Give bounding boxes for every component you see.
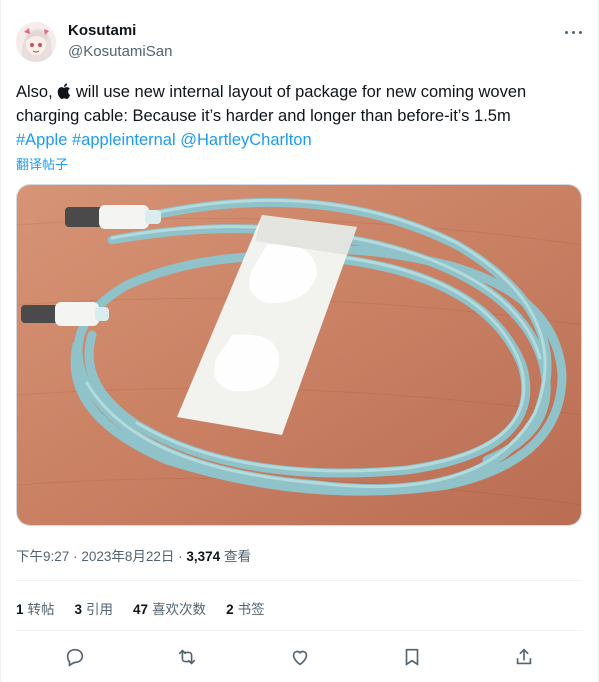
tweet-text: Also, will use new internal layout of pa… (16, 80, 576, 152)
apple-logo-icon (58, 83, 71, 99)
frame-border-left (0, 0, 1, 682)
tweet-text-line2: charging cable: Because it’s harder and … (16, 107, 511, 125)
bookmark-icon[interactable] (399, 644, 425, 670)
tweet-media-image[interactable] (16, 184, 582, 526)
anime-avatar-icon (16, 22, 56, 62)
stat-quotes[interactable]: 3 引用 (75, 598, 114, 618)
meta-separator: · (73, 549, 78, 564)
hashtag-apple[interactable]: #Apple (16, 131, 67, 149)
like-icon[interactable] (287, 644, 313, 670)
engagement-stats: 1 转帖 3 引用 47 喜欢次数 2 书签 (16, 598, 265, 618)
divider (16, 580, 583, 581)
views-count: 3,374 (186, 549, 221, 564)
tweet-date[interactable]: 2023年8月22日 (81, 549, 174, 564)
hashtag-appleinternal[interactable]: #appleinternal (72, 131, 176, 149)
hashtag-row: #Apple #appleinternal @HartleyCharlton (16, 128, 576, 152)
stat-likes[interactable]: 47 喜欢次数 (133, 598, 206, 618)
share-icon[interactable] (511, 644, 537, 670)
tweet-meta: 下午9:27 · 2023年8月22日 · 3,374 查看 (16, 545, 251, 565)
stat-reposts[interactable]: 1 转帖 (16, 598, 55, 618)
reply-icon[interactable] (62, 644, 88, 670)
stat-bookmarks[interactable]: 2 书签 (226, 598, 265, 618)
meta-separator: · (178, 549, 183, 564)
mention-hartleycharlton[interactable]: @HartleyCharlton (180, 131, 311, 149)
tweet-header: Kosutami @KosutamiSan (16, 18, 586, 66)
more-options-icon[interactable] (562, 22, 586, 42)
tweet-text-prefix: Also, (16, 83, 53, 101)
tweet-text-line1: will use new internal layout of package … (71, 83, 527, 101)
user-handle[interactable]: @KosutamiSan (68, 43, 172, 60)
retweet-icon[interactable] (174, 644, 200, 670)
tweet-time[interactable]: 下午9:27 (16, 549, 69, 564)
avatar[interactable] (16, 22, 56, 62)
display-name[interactable]: Kosutami (68, 22, 136, 39)
action-bar (16, 644, 583, 670)
views-label: 查看 (223, 549, 251, 564)
braided-cable-photo (17, 185, 581, 525)
divider (16, 630, 583, 631)
translate-post-link[interactable]: 翻译帖子 (16, 154, 68, 173)
